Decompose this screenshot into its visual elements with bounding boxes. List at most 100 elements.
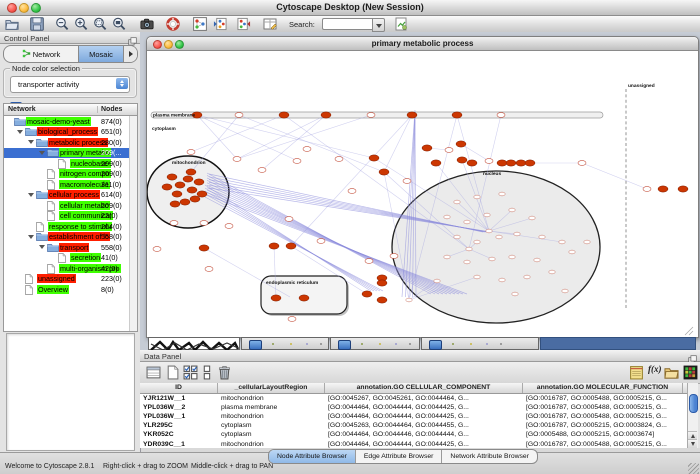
- node[interactable]: [499, 192, 505, 196]
- selected-node[interactable]: [286, 243, 296, 249]
- node[interactable]: [524, 275, 530, 279]
- node[interactable]: [584, 240, 590, 244]
- node[interactable]: [569, 250, 575, 254]
- background-window[interactable]: [241, 337, 329, 350]
- node[interactable]: [233, 157, 241, 162]
- nucleus-region[interactable]: [392, 171, 600, 323]
- node[interactable]: [258, 168, 266, 173]
- zoom-out-icon[interactable]: [55, 17, 69, 31]
- tab-network[interactable]: Network: [4, 46, 78, 62]
- attribute-notes-icon[interactable]: [629, 365, 644, 380]
- network-list-header[interactable]: Network Nodes: [4, 104, 137, 116]
- node[interactable]: [200, 221, 208, 226]
- node[interactable]: [512, 292, 518, 296]
- selected-node[interactable]: [457, 157, 467, 163]
- tree-row[interactable]: cell communicat22(0): [4, 211, 130, 222]
- edge[interactable]: [237, 115, 326, 159]
- node[interactable]: [534, 258, 540, 262]
- scroll-thumb[interactable]: [338, 340, 351, 351]
- help-lifesaver-icon[interactable]: [166, 17, 180, 31]
- background-window[interactable]: [148, 337, 240, 350]
- table-row[interactable]: YLR295Ccytoplasm[GO:0045263, GO:0044464,…: [140, 421, 688, 430]
- selected-node[interactable]: [467, 160, 477, 166]
- node[interactable]: [390, 254, 398, 259]
- node[interactable]: [474, 240, 480, 244]
- attribute-table[interactable]: ID_cellularLayoutRegionannotation.GO CEL…: [140, 383, 689, 448]
- tree-row[interactable]: metabolic process280(0): [4, 137, 130, 148]
- float-panel-icon[interactable]: [128, 33, 137, 42]
- selected-node[interactable]: [456, 141, 466, 147]
- table-scroll-thumb[interactable]: [689, 394, 698, 413]
- table-row[interactable]: YKR052Ccytoplasm[GO:0044464, GO:0044446,…: [140, 430, 688, 439]
- background-window[interactable]: [540, 337, 696, 350]
- node-color-select[interactable]: transporter activity: [10, 76, 130, 93]
- tree-row[interactable]: nucleobase-209(0): [4, 158, 130, 169]
- column-header[interactable]: annotation.GO MOLECULAR_FUNCTION: [523, 383, 683, 393]
- create-network-icon[interactable]: [213, 17, 227, 31]
- canvas-resize-grip-icon[interactable]: [685, 327, 693, 335]
- node[interactable]: [549, 270, 555, 274]
- network-window-titlebar[interactable]: primary metabolic process: [147, 37, 698, 51]
- node[interactable]: [303, 147, 311, 152]
- table-row[interactable]: YJR121W__1mitochondrion[GO:0045267, GO:0…: [140, 394, 688, 403]
- edge[interactable]: [191, 115, 284, 152]
- table-row[interactable]: YPL036W__1mitochondrion[GO:0044464, GO:0…: [140, 412, 688, 421]
- column-nodes[interactable]: Nodes: [97, 106, 122, 113]
- selected-node[interactable]: [658, 186, 668, 192]
- node[interactable]: [153, 247, 161, 252]
- tree-row[interactable]: mosaic-demo-yeast874(0): [4, 116, 130, 127]
- edge[interactable]: [239, 115, 384, 172]
- selected-node[interactable]: [321, 112, 331, 118]
- tree-row[interactable]: primary metabo209(...: [4, 148, 130, 159]
- selected-node[interactable]: [369, 155, 379, 161]
- search-go-icon[interactable]: [394, 17, 408, 31]
- tree-row[interactable]: multi-organism pro42(0): [4, 263, 130, 274]
- tab-edge-attribute-browser[interactable]: Edge Attribute Browser: [356, 450, 443, 463]
- disclosure-triangle-icon[interactable]: [28, 233, 36, 241]
- node[interactable]: [485, 159, 493, 164]
- table-row[interactable]: YDR039C__1mitochondrion[GO:0044464, GO:0…: [140, 440, 688, 449]
- tab-mosaic[interactable]: Mosaic: [78, 46, 124, 62]
- delete-attribute-icon[interactable]: [217, 365, 232, 380]
- scroll-down-icon[interactable]: [688, 439, 697, 448]
- tree-row[interactable]: cellular process614(0): [4, 190, 130, 201]
- node[interactable]: [464, 220, 470, 224]
- selected-node[interactable]: [299, 295, 309, 301]
- edge[interactable]: [197, 115, 374, 158]
- node[interactable]: [578, 161, 586, 166]
- selected-node[interactable]: [187, 187, 197, 193]
- node[interactable]: [444, 255, 450, 259]
- node[interactable]: [317, 239, 325, 244]
- selected-node[interactable]: [362, 291, 372, 297]
- node[interactable]: [367, 113, 375, 118]
- selected-node[interactable]: [678, 186, 688, 192]
- selected-node[interactable]: [199, 245, 209, 251]
- table-row[interactable]: YPL036W__2plasma membrane[GO:0044464, GO…: [140, 403, 688, 412]
- select-attributes-icon[interactable]: [146, 365, 161, 380]
- column-header[interactable]: annotation.GO CELLULAR_COMPONENT: [325, 383, 523, 393]
- tab-network-attribute-browser[interactable]: Network Attribute Browser: [442, 450, 537, 463]
- selected-node[interactable]: [377, 297, 387, 303]
- selected-node[interactable]: [167, 174, 177, 180]
- network-view-window[interactable]: primary metabolic process plasma membran…: [146, 36, 699, 338]
- import-attributes-icon[interactable]: [664, 365, 679, 380]
- selected-node[interactable]: [506, 160, 516, 166]
- node[interactable]: [514, 232, 520, 236]
- column-header[interactable]: _cellularLayoutRegion: [218, 383, 325, 393]
- tab-node-attribute-browser[interactable]: Node Attribute Browser: [269, 450, 356, 463]
- selected-node[interactable]: [279, 112, 289, 118]
- selected-node[interactable]: [186, 169, 196, 175]
- node[interactable]: [365, 259, 373, 264]
- node[interactable]: [539, 235, 545, 239]
- selected-node[interactable]: [197, 191, 207, 197]
- network-graph[interactable]: plasma membranecytoplasmmitochondrionnuc…: [147, 51, 696, 336]
- node[interactable]: [484, 213, 490, 217]
- selected-node[interactable]: [431, 160, 441, 166]
- search-input[interactable]: [322, 18, 373, 30]
- selected-node[interactable]: [183, 176, 193, 182]
- disclosure-triangle-icon[interactable]: [39, 243, 47, 251]
- new-attribute-icon[interactable]: [165, 365, 180, 380]
- node[interactable]: [235, 113, 243, 118]
- tree-row[interactable]: response to stimulu264(0): [4, 221, 130, 232]
- more-tabs-button[interactable]: [124, 46, 137, 62]
